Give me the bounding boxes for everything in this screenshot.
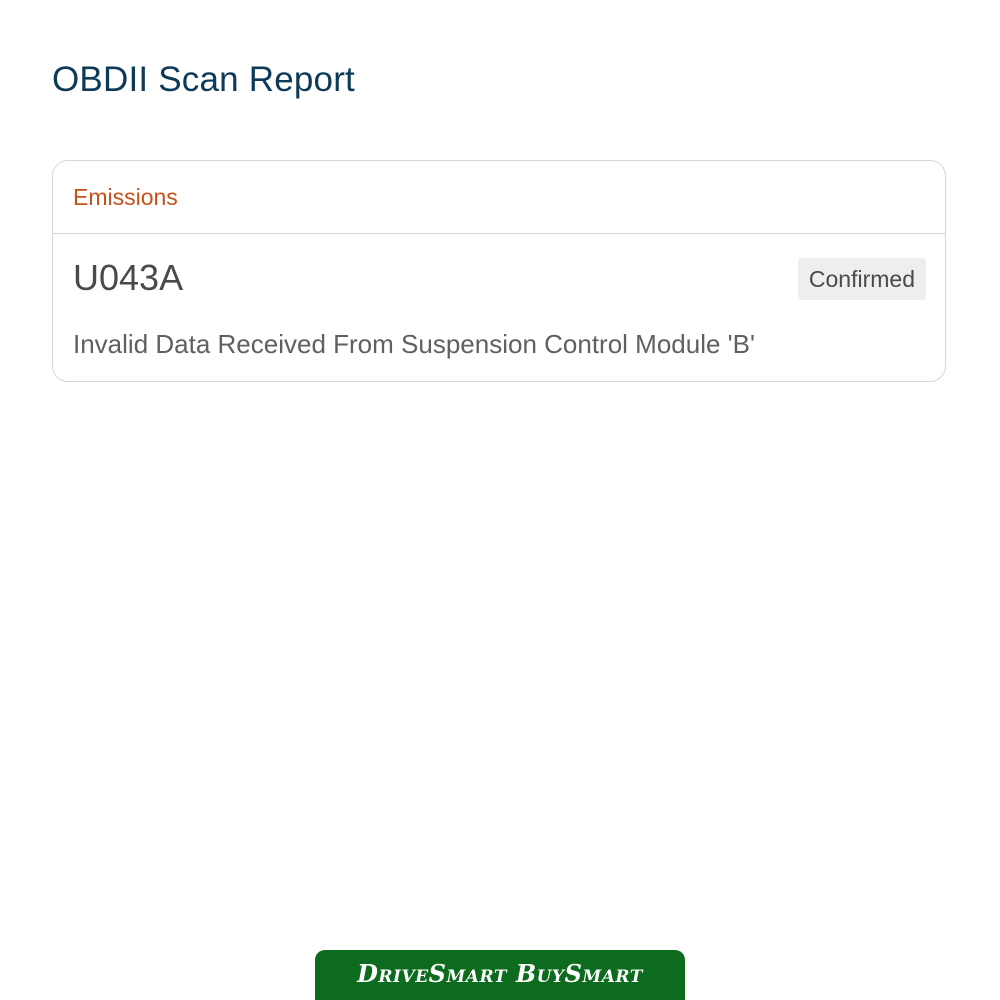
dtc-category-label: Emissions xyxy=(73,184,178,210)
dtc-card: Emissions U043A Confirmed Invalid Data R… xyxy=(52,160,946,382)
dtc-description: Invalid Data Received From Suspension Co… xyxy=(73,329,755,359)
brand-banner-text: DriveSmart BuySmart xyxy=(357,959,643,988)
dtc-code: U043A xyxy=(73,257,184,298)
brand-banner[interactable]: DriveSmart BuySmart xyxy=(315,950,685,1000)
page-title: OBDII Scan Report xyxy=(52,60,355,99)
dtc-card-body: U043A Confirmed Invalid Data Received Fr… xyxy=(53,234,945,381)
dtc-card-header: Emissions xyxy=(53,161,945,234)
status-badge: Confirmed xyxy=(797,258,926,300)
